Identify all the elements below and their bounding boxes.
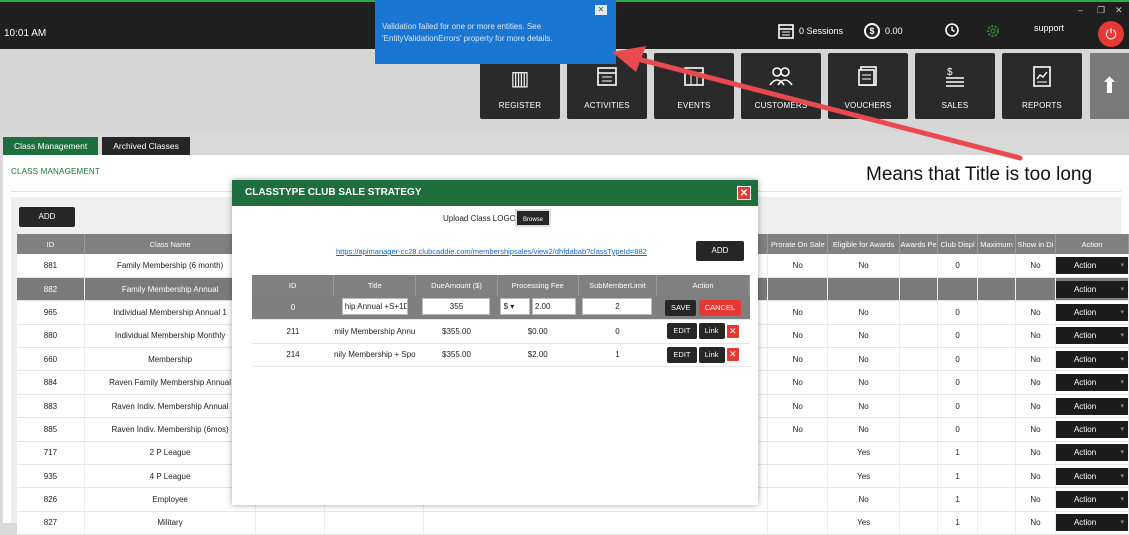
annotation-arrow <box>612 46 1023 161</box>
annotation-arrowhead <box>612 46 646 72</box>
annotation-text: Means that Title is too long <box>866 164 1093 185</box>
annotation-arrow-line <box>631 55 1023 161</box>
